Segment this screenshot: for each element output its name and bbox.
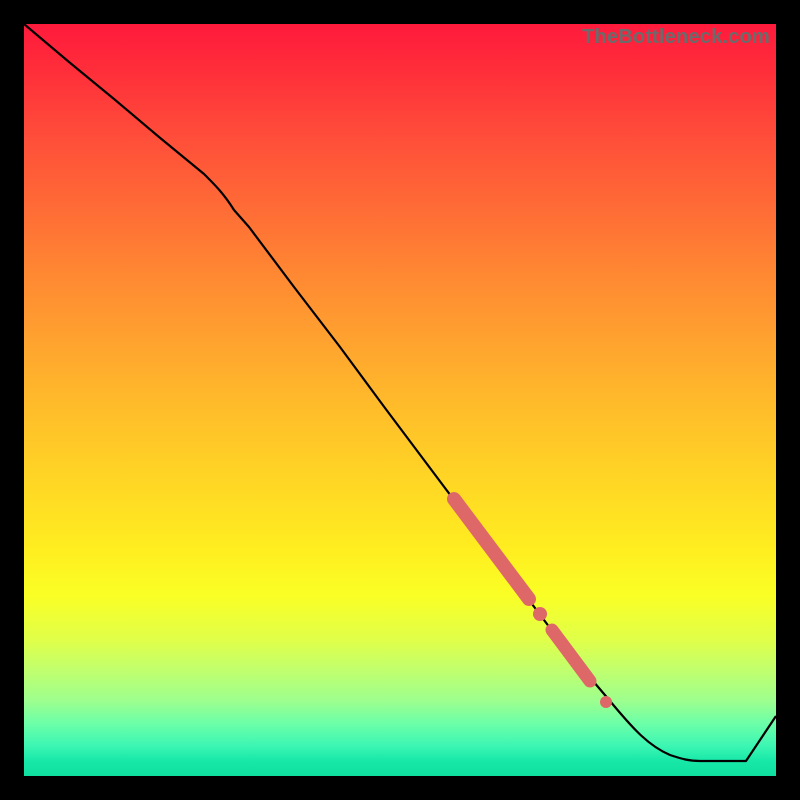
highlight-dot-1 — [533, 607, 547, 621]
chart-overlay — [24, 24, 776, 776]
highlight-segment-1 — [454, 499, 529, 599]
highlight-segment-2 — [552, 630, 590, 681]
highlight-segments — [454, 499, 612, 708]
bottleneck-curve — [24, 24, 776, 761]
chart-frame: TheBottleneck.com — [24, 24, 776, 776]
highlight-dot-2 — [600, 696, 612, 708]
